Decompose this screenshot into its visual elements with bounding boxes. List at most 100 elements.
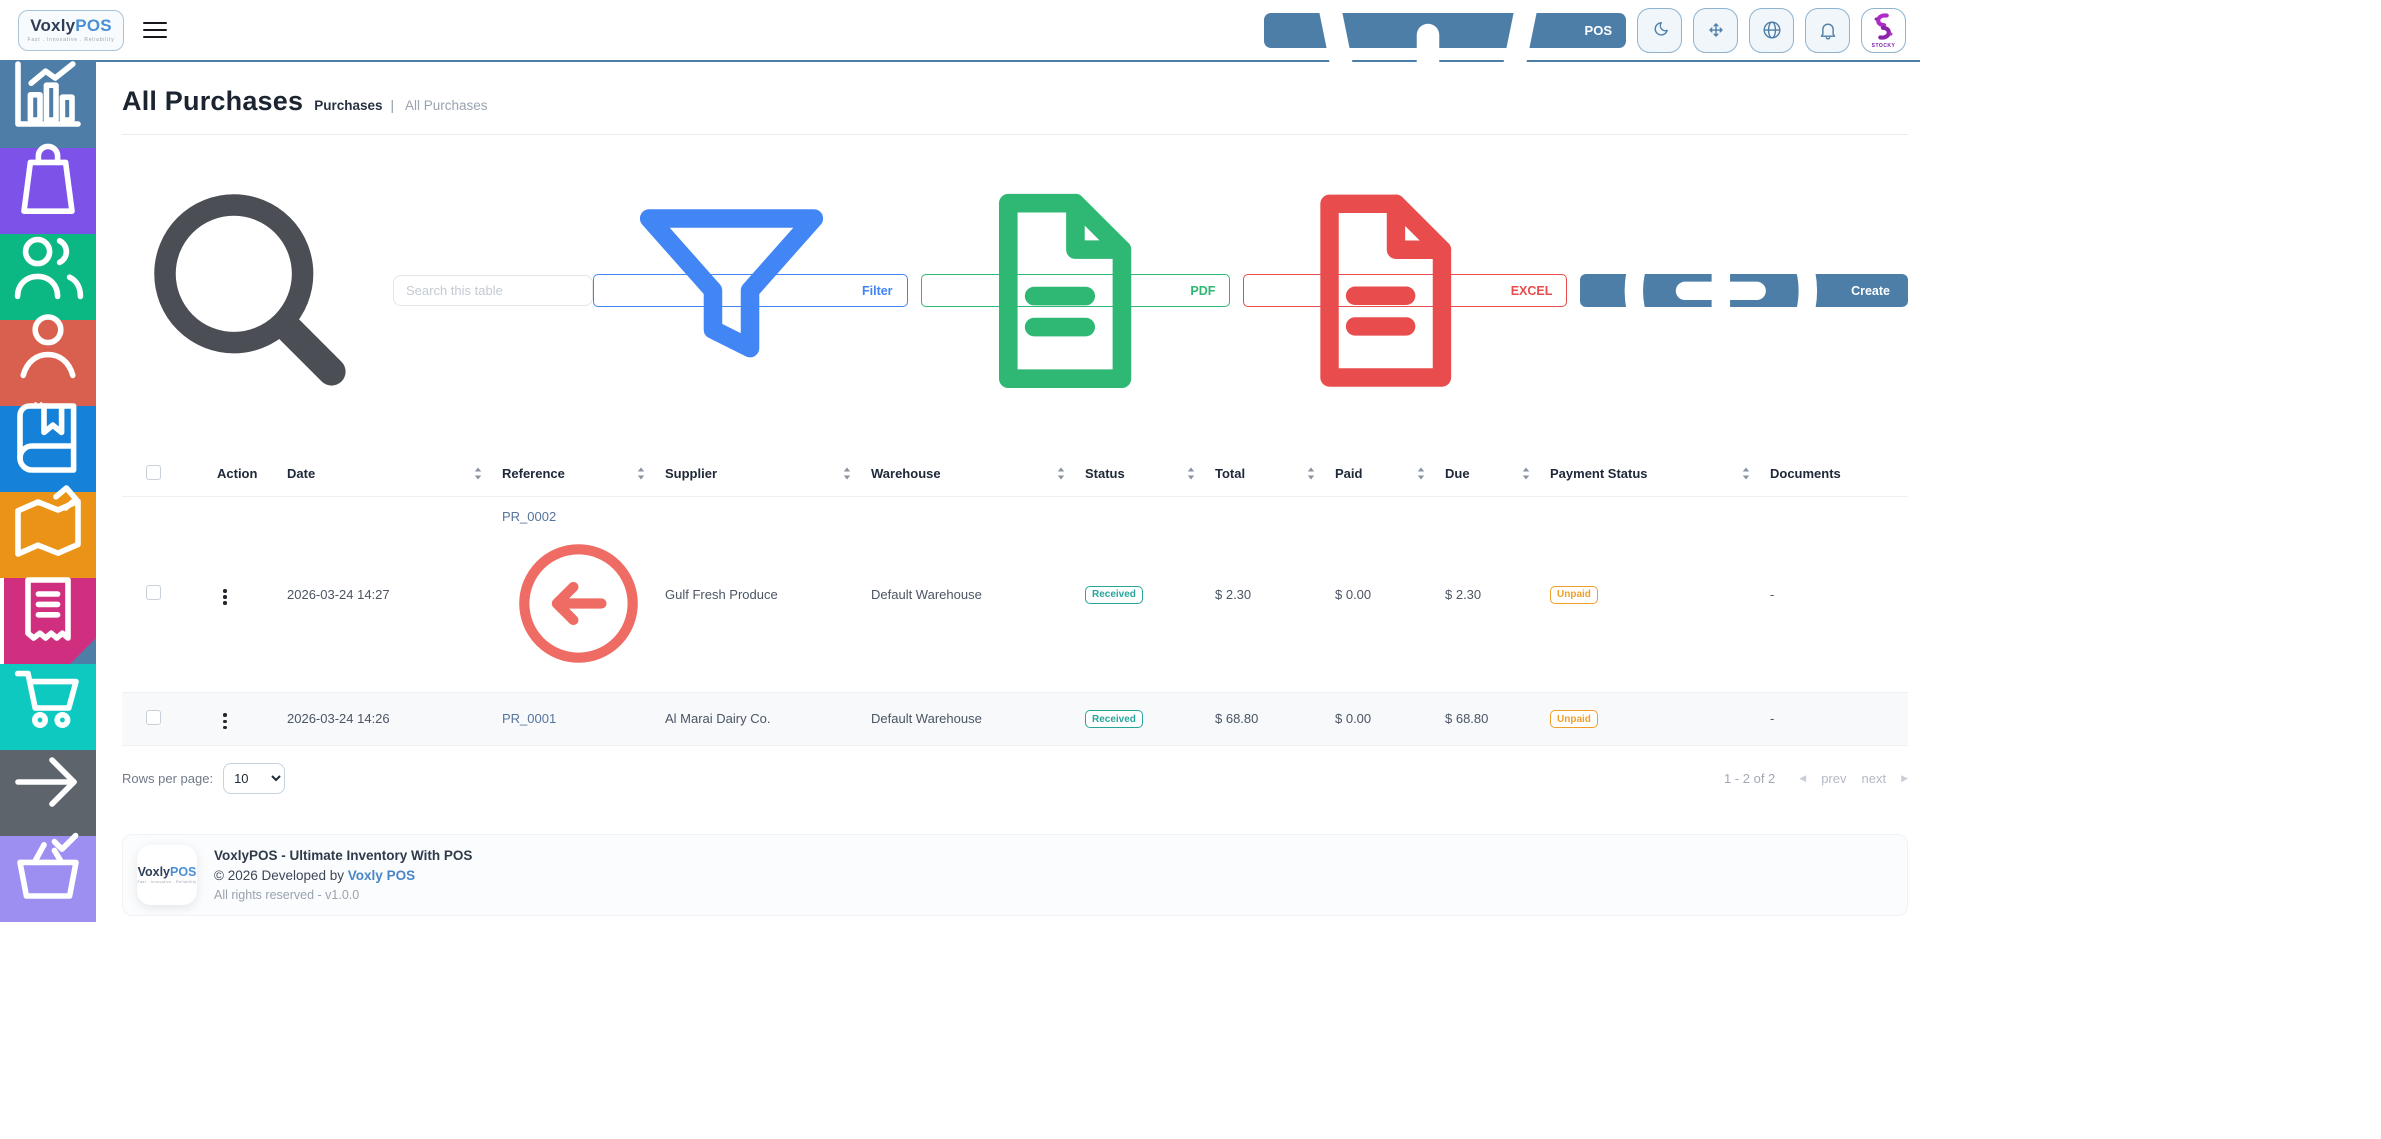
sort-icon[interactable] (1522, 467, 1530, 480)
hamburger-icon (143, 22, 167, 24)
user-icon (0, 297, 96, 393)
row-actions-button[interactable] (217, 586, 233, 609)
developer-link[interactable]: Voxly POS (348, 868, 415, 883)
sort-icon[interactable] (1307, 467, 1315, 480)
row-actions-button[interactable] (217, 710, 233, 733)
return-indicator-icon (502, 527, 655, 680)
status-badge: Received (1085, 585, 1143, 604)
cell-due: $ 68.80 (1445, 691, 1550, 746)
footer-line2: © 2026 Developed by Voxly POS (214, 868, 416, 883)
sort-icon[interactable] (1057, 467, 1065, 480)
create-button[interactable]: Create (1580, 194, 1908, 388)
column-header-action: Action (217, 457, 287, 497)
reference-link[interactable]: PR_0002 (502, 509, 556, 524)
sort-icon[interactable] (1742, 467, 1750, 480)
column-header-total[interactable]: Total (1215, 457, 1335, 497)
column-header-warehouse[interactable]: Warehouse (871, 457, 1085, 497)
column-header-paid[interactable]: Paid (1335, 457, 1445, 497)
bar-chart-icon (0, 46, 96, 142)
payment-status-badge: Unpaid (1550, 710, 1598, 729)
toolbar-buttons: Filter PDF EXCEL Create (592, 193, 1908, 389)
purchases-table: Action Date Reference Supplier Warehouse Stat… (122, 457, 1908, 746)
map-edit-icon (0, 476, 96, 572)
dark-mode-button[interactable] (1637, 7, 1682, 53)
column-header-payment-status[interactable]: Payment Status (1550, 457, 1770, 497)
cell-reference: PR_0001 (502, 691, 665, 746)
column-label: Payment Status (1550, 466, 1648, 482)
top-bar: VoxlyPOS Fast . Innovative . Reliability… (0, 0, 1920, 127)
status-badge: Received (1085, 710, 1143, 729)
sidebar-item-quotations[interactable]: Quotations (0, 832, 96, 937)
moon-icon (1649, 19, 1671, 41)
select-all-checkbox[interactable] (146, 464, 161, 480)
column-header-reference[interactable]: Reference (502, 457, 665, 497)
file-icon (936, 167, 1184, 415)
cell-supplier: Gulf Fresh Produce (665, 495, 871, 693)
sidebar: DashboardStorePeopleUser ManagementProdu… (0, 61, 96, 937)
search-input[interactable] (392, 275, 593, 307)
cell-documents: - (1770, 495, 1908, 693)
reference-link[interactable]: PR_0001 (502, 711, 556, 726)
notifications-button[interactable] (1805, 7, 1850, 53)
menu-toggle-button[interactable] (143, 22, 167, 38)
column-label: Paid (1335, 466, 1363, 482)
column-label: Documents (1770, 466, 1841, 482)
funnel-icon (608, 167, 855, 414)
footer-logo: VoxlyPOS Fast . Innovative . Reliability (137, 845, 197, 905)
next-arrow-icon[interactable]: ▶ (1901, 773, 1908, 784)
row-checkbox[interactable] (146, 709, 161, 725)
fullscreen-button[interactable] (1693, 7, 1738, 53)
pos-button[interactable]: POS (1263, 0, 1626, 127)
stocky-logo-icon (1868, 11, 1899, 42)
profile-button[interactable]: STOCKY (1861, 7, 1906, 53)
table-toolbar: Filter PDF EXCEL Create (122, 162, 1908, 420)
cart-icon (0, 648, 96, 744)
profile-label: STOCKY (1871, 43, 1896, 49)
filter-button[interactable]: Filter (592, 209, 908, 358)
sort-icon[interactable] (637, 467, 645, 480)
sort-icon[interactable] (474, 467, 482, 480)
column-label: Reference (502, 466, 565, 482)
cell-select (122, 691, 217, 746)
book-icon (0, 390, 96, 486)
language-button[interactable] (1749, 7, 1794, 53)
cell-paid: $ 0.00 (1335, 495, 1445, 693)
globe-icon (1761, 19, 1783, 41)
table-header-row: Action Date Reference Supplier Warehouse Stat… (122, 457, 1908, 497)
column-header-date[interactable]: Date (287, 457, 502, 497)
excel-export-button[interactable]: EXCEL (1243, 194, 1568, 388)
cell-payment-status: Unpaid (1550, 691, 1770, 746)
table-row: 2026-03-24 14:27 PR_0002 Gulf Fresh Produc… (122, 495, 1908, 693)
header-divider (122, 134, 1908, 135)
brand-tagline: Fast . Innovative . Reliability (27, 36, 115, 43)
sort-icon[interactable] (1187, 467, 1195, 480)
payment-status-badge: Unpaid (1550, 585, 1598, 604)
sort-icon[interactable] (843, 467, 851, 480)
column-header-due[interactable]: Due (1445, 457, 1550, 497)
cell-total: $ 68.80 (1215, 691, 1335, 746)
brand-logo[interactable]: VoxlyPOS Fast . Innovative . Reliability (18, 9, 124, 51)
column-header-status[interactable]: Status (1085, 457, 1215, 497)
column-label: Total (1215, 466, 1246, 482)
cell-warehouse: Default Warehouse (871, 691, 1085, 746)
breadcrumb-section[interactable]: Purchases (314, 98, 382, 113)
column-header-checkbox (122, 457, 217, 497)
prev-arrow-icon[interactable]: ◀ (1799, 773, 1806, 784)
main-content: All Purchases Purchases | All Purchases … (96, 62, 1920, 922)
header-actions: POS STOCKY (1263, 0, 1906, 127)
cell-action (217, 691, 287, 746)
prev-page-button[interactable]: prev (1821, 771, 1846, 786)
rows-per-page-label: Rows per page: (122, 770, 214, 786)
sidebar-item-label: Quotations (14, 923, 82, 938)
sort-icon[interactable] (1417, 467, 1425, 480)
bell-icon (1817, 19, 1839, 41)
brand-logo-text: VoxlyPOS (30, 16, 112, 36)
row-checkbox[interactable] (146, 585, 161, 601)
rows-per-page-select[interactable]: 10 (223, 762, 286, 794)
pagination-bar: Rows per page: 10 1 - 2 of 2 ◀ prev next… (122, 762, 1908, 794)
page-header: All Purchases Purchases | All Purchases (122, 86, 1908, 117)
next-page-button[interactable]: next (1862, 771, 1887, 786)
pdf-export-button[interactable]: PDF (920, 193, 1231, 389)
column-header-supplier[interactable]: Supplier (665, 457, 871, 497)
column-label: Supplier (665, 466, 718, 482)
